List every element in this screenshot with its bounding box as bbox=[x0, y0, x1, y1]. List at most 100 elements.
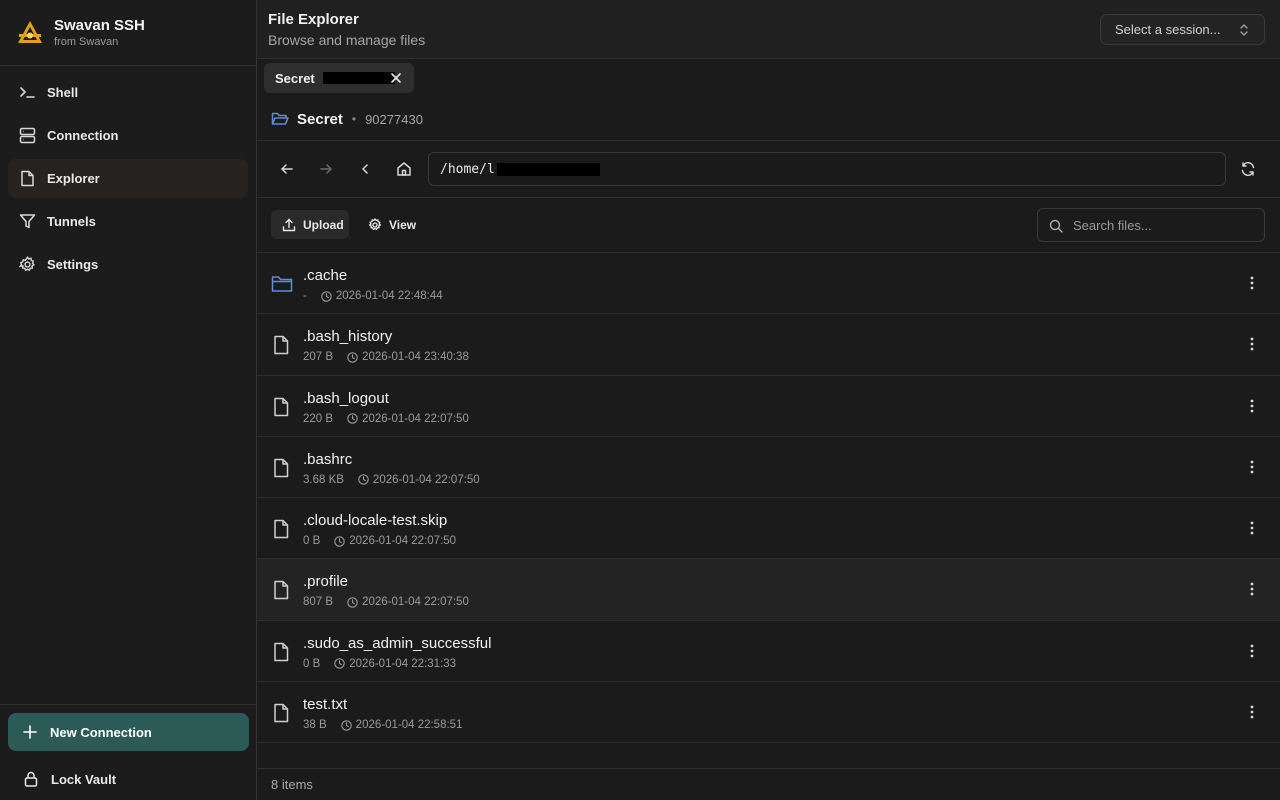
clock-icon bbox=[347, 413, 358, 424]
search-icon bbox=[1049, 219, 1063, 233]
tab-label: Secret bbox=[275, 70, 315, 86]
sidebar-item-tunnels[interactable]: Tunnels bbox=[8, 202, 248, 241]
file-name: .cloud-locale-test.skip bbox=[303, 512, 448, 530]
more-vertical-icon[interactable] bbox=[1249, 336, 1255, 352]
session-id: 90277430 bbox=[365, 111, 423, 127]
file-meta: - 2026-01-04 22:48:44 bbox=[303, 290, 443, 302]
sidebar-item-connection[interactable]: Connection bbox=[8, 116, 248, 155]
file-row[interactable]: test.txt 38 B 2026-01-04 22:58:51 bbox=[257, 682, 1280, 744]
path-bar: /home/l bbox=[257, 141, 1280, 198]
file-size: 0 B bbox=[303, 535, 321, 548]
more-vertical-icon[interactable] bbox=[1249, 275, 1255, 291]
upload-label: Upload bbox=[303, 217, 344, 232]
file-name: .bash_history bbox=[303, 328, 393, 346]
clock-icon bbox=[321, 290, 332, 302]
file-icon bbox=[271, 703, 291, 723]
close-icon[interactable] bbox=[390, 72, 402, 84]
folder-icon bbox=[271, 274, 293, 294]
file-list: .cache - 2026-01-04 22:48:44 .bash_history 2… bbox=[257, 253, 1280, 744]
file-row[interactable]: .bash_history 207 B 2026-01-04 23:40:38 bbox=[257, 314, 1280, 376]
server-icon bbox=[19, 127, 36, 144]
clock-icon bbox=[334, 658, 346, 670]
sidebar-item-label: Tunnels bbox=[47, 214, 96, 229]
session-select[interactable]: Select a session... bbox=[1100, 14, 1265, 45]
folder-open-icon bbox=[271, 111, 289, 127]
search-box bbox=[1037, 208, 1265, 242]
search-input[interactable] bbox=[1073, 209, 1258, 241]
session-name: Secret bbox=[297, 110, 343, 128]
item-count: 8 items bbox=[271, 777, 313, 792]
lock-vault-button[interactable]: Lock Vault bbox=[8, 762, 249, 796]
file-name: test.txt bbox=[303, 696, 348, 714]
upload-button[interactable]: Upload bbox=[271, 210, 349, 239]
file-icon bbox=[271, 397, 291, 417]
file-icon bbox=[271, 335, 291, 355]
forward-arrow-icon[interactable] bbox=[317, 160, 335, 178]
redacted-block bbox=[322, 72, 395, 84]
more-vertical-icon[interactable] bbox=[1249, 520, 1255, 536]
file-modified: 2026-01-04 22:07:50 bbox=[362, 596, 469, 609]
file-size: - bbox=[303, 290, 307, 302]
file-row[interactable]: .profile 807 B 2026-01-04 22:07:50 bbox=[257, 559, 1280, 621]
filter-icon bbox=[19, 213, 36, 230]
file-row[interactable]: .bash_logout 220 B 2026-01-04 22:07:50 bbox=[257, 376, 1280, 437]
file-meta: 38 B 2026-01-04 22:58:51 bbox=[303, 719, 462, 731]
sidebar-item-shell[interactable]: Shell bbox=[8, 73, 248, 112]
chevron-up-down-icon bbox=[1238, 23, 1250, 37]
clock-icon bbox=[340, 719, 352, 731]
more-vertical-icon[interactable] bbox=[1249, 398, 1255, 414]
file-row[interactable]: .cache - 2026-01-04 22:48:44 bbox=[257, 253, 1280, 315]
file-name: .profile bbox=[303, 573, 349, 591]
page-title: File Explorer bbox=[268, 11, 359, 28]
file-modified: 2026-01-04 22:31:33 bbox=[349, 657, 457, 670]
file-meta: 207 B 2026-01-04 23:40:38 bbox=[303, 351, 469, 363]
main-panel: File Explorer Browse and manage files Se… bbox=[257, 0, 1280, 800]
more-vertical-icon[interactable] bbox=[1249, 459, 1255, 475]
file-modified: 2026-01-04 22:07:50 bbox=[349, 535, 457, 548]
clock-icon bbox=[334, 535, 346, 547]
file-name: .sudo_as_admin_successful bbox=[303, 634, 492, 652]
chevron-left-icon[interactable] bbox=[356, 160, 374, 178]
redacted-block bbox=[496, 162, 600, 176]
more-vertical-icon[interactable] bbox=[1249, 704, 1255, 720]
file-row[interactable]: .sudo_as_admin_successful 0 B 2026-01-04 2… bbox=[257, 621, 1280, 683]
sidebar-item-settings[interactable]: Settings bbox=[8, 245, 248, 284]
gear-icon bbox=[368, 217, 382, 232]
separator-dot: • bbox=[351, 112, 357, 126]
sidebar-item-explorer[interactable]: Explorer bbox=[8, 159, 248, 198]
new-connection-button[interactable]: New Connection bbox=[8, 713, 249, 751]
file-modified: 2026-01-04 22:07:50 bbox=[362, 412, 469, 425]
clock-icon bbox=[358, 474, 369, 486]
path-input[interactable]: /home/l bbox=[428, 152, 1226, 186]
back-arrow-icon[interactable] bbox=[278, 160, 296, 178]
home-icon[interactable] bbox=[395, 160, 413, 178]
sidebar-item-label: Settings bbox=[47, 257, 99, 272]
file-row[interactable]: .bashrc 3.68 KB 2026-01-04 22:07:50 bbox=[257, 437, 1280, 499]
file-row[interactable]: .cloud-locale-test.skip 0 B 2026-01-04 22:… bbox=[257, 498, 1280, 560]
session-tabbar: Secret bbox=[257, 59, 1280, 98]
tab-secret[interactable]: Secret bbox=[264, 63, 414, 93]
session-select-placeholder: Select a session... bbox=[1115, 22, 1221, 37]
sidebar-footer: New Connection Lock Vault bbox=[0, 704, 256, 800]
terminal-icon bbox=[19, 84, 36, 101]
file-icon bbox=[19, 170, 36, 187]
path-value: /home/l bbox=[440, 161, 495, 177]
file-meta: 807 B 2026-01-04 22:07:50 bbox=[303, 596, 469, 608]
refresh-icon[interactable] bbox=[1240, 161, 1256, 177]
file-icon bbox=[271, 458, 291, 478]
sidebar: Swavan SSH from Swavan Shell Connection … bbox=[0, 0, 257, 800]
file-meta: 0 B 2026-01-04 22:31:33 bbox=[303, 658, 456, 670]
more-vertical-icon[interactable] bbox=[1249, 581, 1255, 597]
file-modified: 2026-01-04 22:58:51 bbox=[355, 719, 463, 732]
page-header: File Explorer Browse and manage files Se… bbox=[257, 0, 1280, 59]
sidebar-nav: Shell Connection Explorer Tunnels Settin… bbox=[0, 66, 256, 284]
gear-icon bbox=[19, 256, 36, 273]
view-button[interactable]: View bbox=[357, 210, 421, 239]
file-meta: 0 B 2026-01-04 22:07:50 bbox=[303, 535, 456, 547]
sidebar-item-label: Shell bbox=[47, 85, 79, 100]
upload-icon bbox=[282, 218, 296, 232]
lock-vault-label: Lock Vault bbox=[51, 771, 117, 787]
file-modified: 2026-01-04 22:48:44 bbox=[335, 290, 443, 302]
more-vertical-icon[interactable] bbox=[1249, 643, 1255, 659]
file-size: 3.68 KB bbox=[303, 473, 344, 486]
